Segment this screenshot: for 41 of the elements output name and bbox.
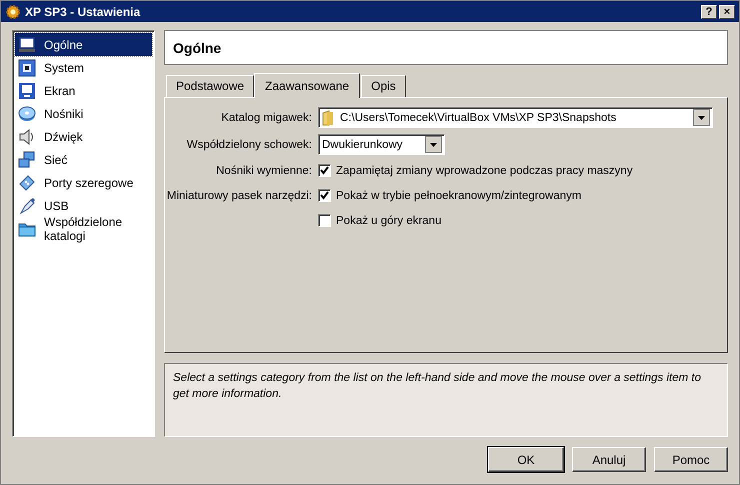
sidebar-item[interactable]: Porty szeregowe (15, 171, 152, 194)
sidebar-item[interactable]: Ekran (15, 79, 152, 102)
checkbox-label: Zapamiętaj zmiany wprowadzone podczas pracy maszyny (336, 164, 633, 176)
checkbox-label: Pokaż w trybie pełnoekranowym/zintegrowanym (336, 190, 582, 202)
sidebar-item[interactable]: Współdzielone katalogi (15, 217, 152, 240)
window-title: XP SP3 - Ustawienia (25, 4, 142, 18)
display-icon (18, 82, 36, 100)
dialog-button[interactable]: Anuluj (572, 447, 646, 472)
sidebar-item[interactable]: Nośniki (15, 102, 152, 125)
sidebar-item[interactable]: Sieć (15, 148, 152, 171)
field-label: Współdzielony schowek: (186, 138, 312, 150)
close-button[interactable]: × (719, 4, 735, 18)
checkbox[interactable] (318, 164, 331, 177)
dialog-button[interactable]: OK (488, 447, 564, 472)
field-label: Nośniki wymienne: (216, 164, 312, 176)
checkbox[interactable] (318, 189, 331, 202)
dropdown[interactable]: Dwukierunkowy (318, 134, 445, 155)
speaker-icon (18, 128, 36, 146)
disc-icon (18, 104, 36, 122)
sidebar-item[interactable]: System (15, 56, 152, 79)
sidebar-item[interactable]: USB (15, 194, 152, 217)
help-button[interactable]: ? (701, 4, 717, 18)
page-title: Ogólne (173, 40, 222, 56)
info-text: Select a settings category from the list on the left-hand side and move the mouse over a settings item to get more information. (173, 372, 702, 400)
dropdown-value: Dwukierunkowy (322, 138, 404, 150)
dropdown-value: C:\Users\Tomecek\VirtualBox VMs\XP SP3\Snapshots (340, 112, 618, 124)
dropdown[interactable]: C:\Users\Tomecek\VirtualBox VMs\XP SP3\Snapshots (318, 107, 713, 128)
network-icon (18, 150, 36, 168)
tab[interactable]: Opis (361, 75, 406, 97)
checkbox[interactable] (318, 214, 331, 227)
monitor-icon (18, 36, 36, 54)
sidebar-item[interactable]: Ogólne (15, 33, 152, 56)
folder-icon (322, 110, 334, 126)
dialog-button[interactable]: Pomoc (654, 447, 728, 472)
gear-icon (5, 4, 21, 20)
sidebar-item[interactable]: Dźwięk (15, 125, 152, 148)
checkbox-label: Pokaż u góry ekranu (336, 214, 442, 226)
field-label: Katalog migawek: (221, 112, 312, 124)
tab[interactable]: Zaawansowane (254, 73, 360, 98)
field-label: Miniaturowy pasek narzędzi: (166, 190, 312, 202)
chip-icon (18, 58, 36, 76)
